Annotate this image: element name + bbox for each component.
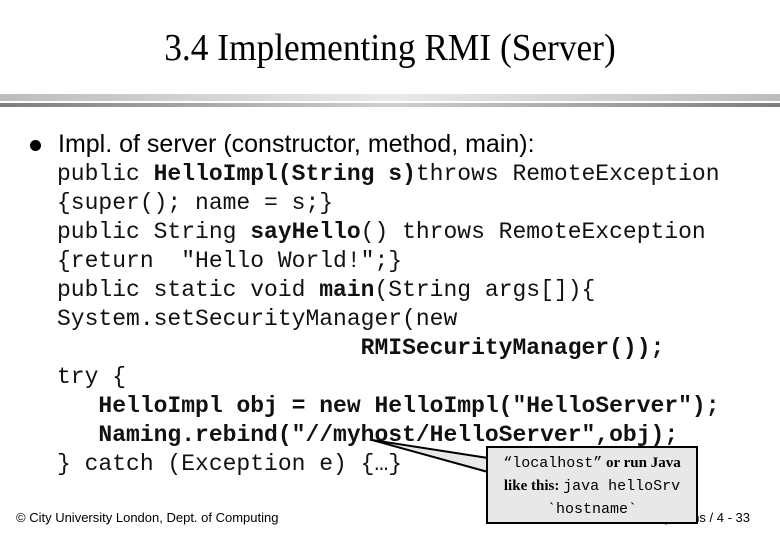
callout-line-2: like this: java helloSrv (488, 475, 696, 498)
callout-like-this: like this: (503, 478, 564, 494)
code-segment: public String (57, 219, 251, 245)
code-segment: () throws RemoteException (360, 219, 706, 245)
code-segment: try { (57, 364, 127, 390)
bullet-text: Impl. of server (constructor, method, ma… (58, 130, 535, 158)
code-segment: public (57, 161, 154, 187)
code-line: public static void main(String args[]){ (57, 276, 720, 305)
code-line: {super(); name = s;} (57, 189, 720, 218)
code-line: RMISecurityManager()); (57, 334, 720, 363)
code-segment: throws RemoteException (415, 161, 720, 187)
callout-line-3: `hostname` (488, 498, 696, 521)
code-bold-segment: sayHello (250, 219, 361, 245)
code-line: {return "Hello World!";} (57, 247, 720, 276)
code-line: try { (57, 363, 720, 392)
slide-title: 3.4 Implementing RMI (Server) (164, 27, 616, 69)
callout-or-run: or run Java (602, 455, 681, 471)
code-line: public HelloImpl(String s)throws RemoteE… (57, 160, 720, 189)
code-bold-segment: HelloImpl(String s) (153, 161, 416, 187)
code-bold-segment: HelloImpl obj = new HelloImpl("HelloServ… (98, 393, 720, 419)
title-divider-top (0, 94, 780, 101)
code-bold-segment: Naming.rebind("//myhost/HelloServer",obj… (98, 422, 679, 448)
code-bold-segment: RMISecurityManager()); (360, 335, 665, 361)
code-segment: System.setSecurityManager(new (57, 306, 458, 332)
code-line: public String sayHello() throws RemoteEx… (57, 218, 720, 247)
code-bold-segment: main (319, 277, 375, 303)
code-line: System.setSecurityManager(new (57, 305, 720, 334)
code-segment: {super(); name = s;} (57, 190, 334, 216)
callout-command: java helloSrv (563, 478, 681, 495)
code-line: HelloImpl obj = new HelloImpl("HelloServ… (57, 392, 720, 421)
callout-note: “localhost” or run Java like this: java … (486, 446, 698, 524)
code-segment: } catch (Exception e) {…} (57, 451, 403, 477)
bullet-item: Impl. of server (constructor, method, ma… (30, 128, 535, 160)
bullet-icon (30, 139, 41, 151)
callout-line-1: “localhost” or run Java (488, 452, 696, 475)
code-segment: (String args[]){ (374, 277, 596, 303)
callout-hostname: `hostname` (546, 501, 637, 518)
code-segment: public static void (57, 277, 320, 303)
code-segment: {return "Hello World!";} (57, 248, 403, 274)
footer-copyright: © City University London, Dept. of Compu… (16, 510, 279, 525)
callout-localhost: “localhost” (503, 455, 603, 472)
code-block: public HelloImpl(String s)throws RemoteE… (57, 160, 720, 479)
title-divider-bottom (0, 103, 780, 107)
